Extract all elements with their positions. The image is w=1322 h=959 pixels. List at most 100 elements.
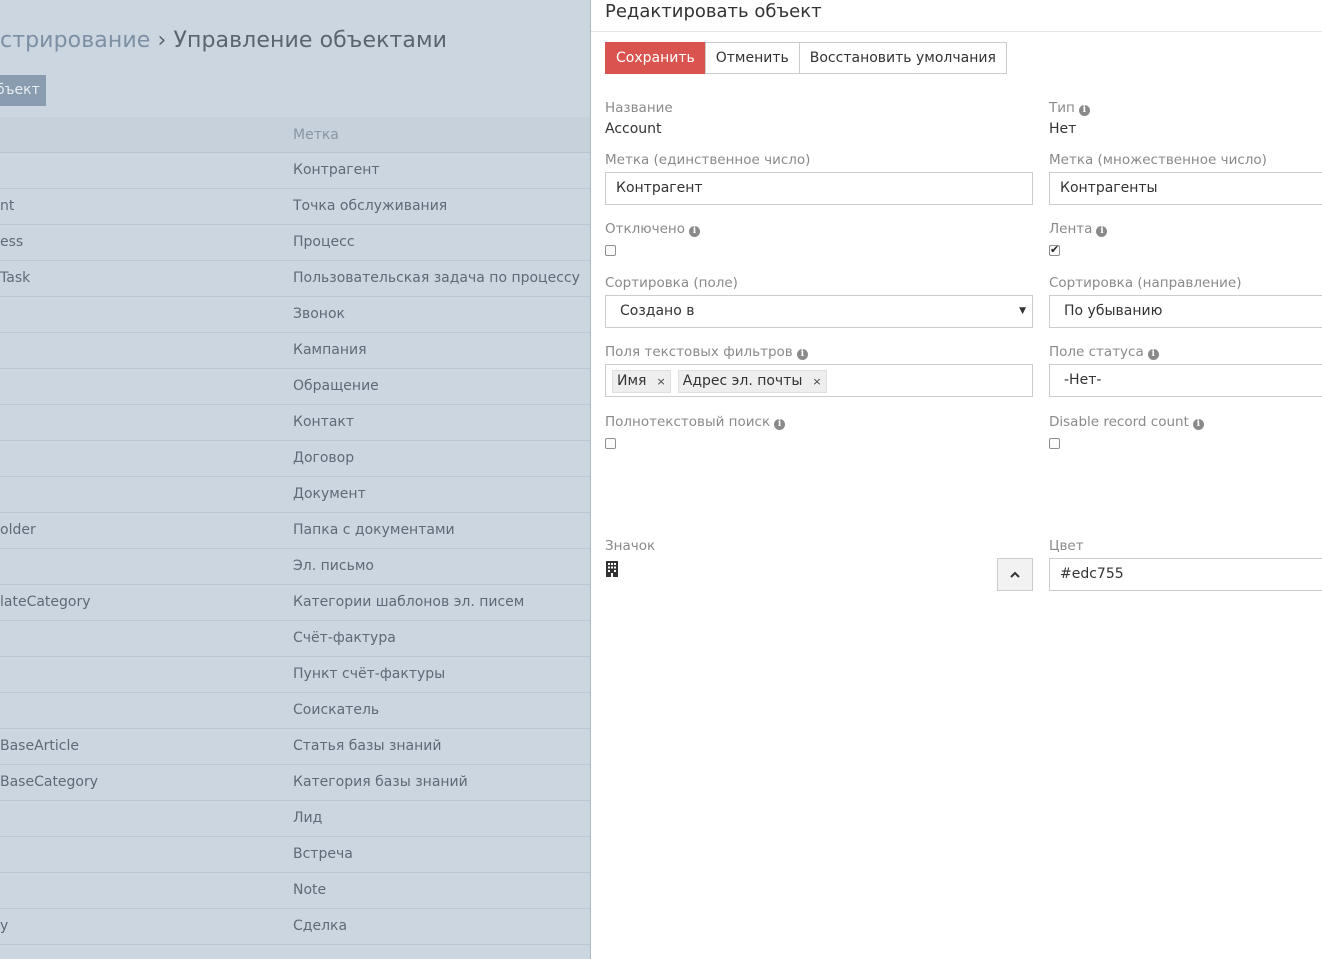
row-name-link[interactable]: ess	[0, 234, 23, 250]
row-label: Контакт	[293, 414, 355, 430]
table-row[interactable]: Обращение	[0, 369, 590, 405]
info-icon: i	[1192, 419, 1204, 430]
reset-defaults-button[interactable]: Восстановить умолчания	[798, 42, 1007, 74]
remove-tag-icon[interactable]: ×	[812, 375, 821, 388]
entity-table: Метка Контрагент nt Точка обслуживания ess П…	[0, 117, 590, 945]
remove-tag-icon[interactable]: ×	[656, 375, 665, 388]
table-row[interactable]: Соискатель	[0, 693, 590, 729]
info-icon: i	[1078, 105, 1090, 116]
table-row[interactable]: Договор	[0, 441, 590, 477]
text-filter-field-label: Поля текстовых фильтров i	[605, 344, 808, 360]
text-filter-fields-input[interactable]: Имя × Адрес эл. почты ×	[605, 364, 1033, 397]
status-field-label: Поле статуса	[1049, 344, 1144, 360]
caret-down-icon: ▼	[1019, 306, 1026, 316]
table-row[interactable]: Документ	[0, 477, 590, 513]
cancel-button[interactable]: Отменить	[704, 42, 800, 74]
breadcrumb-separator: ›	[157, 28, 167, 53]
row-label: Звонок	[293, 306, 345, 322]
row-label: Соискатель	[293, 702, 380, 718]
row-name-link[interactable]: BaseArticle	[0, 738, 79, 754]
color-label: Цвет	[1049, 538, 1084, 554]
save-button[interactable]: Сохранить	[605, 42, 706, 74]
stream-label: Лента	[1049, 221, 1093, 237]
chevron-up-icon	[1010, 571, 1020, 578]
table-row[interactable]: Эл. письмо	[0, 549, 590, 585]
column-header-label[interactable]: Метка	[293, 127, 339, 143]
row-label: Встреча	[293, 846, 353, 862]
table-row[interactable]: Пункт счёт-фактуры	[0, 657, 590, 693]
sort-direction-select[interactable]: По убыванию	[1049, 295, 1322, 328]
sort-direction-value: По убыванию	[1064, 303, 1163, 319]
table-header: Метка	[0, 117, 590, 153]
table-row[interactable]: ess Процесс	[0, 225, 590, 261]
row-label: Обращение	[293, 378, 379, 394]
row-label: Счёт-фактура	[293, 630, 396, 646]
table-row[interactable]: Счёт-фактура	[0, 621, 590, 657]
row-label: Сделка	[293, 918, 348, 934]
table-row[interactable]: y Сделка	[0, 909, 590, 945]
fulltext-checkbox[interactable]	[605, 438, 616, 449]
text-filter-label: Поля текстовых фильтров	[605, 344, 793, 360]
table-row[interactable]: Кампания	[0, 333, 590, 369]
row-label: Документ	[293, 486, 366, 502]
name-value: Account	[605, 121, 662, 137]
row-name-link[interactable]: lateCategory	[0, 594, 91, 610]
name-label: Название	[605, 100, 673, 116]
status-field-value: -Нет-	[1064, 372, 1102, 388]
label-plural-input[interactable]: Контрагенты	[1049, 172, 1322, 205]
row-label: Статья базы знаний	[293, 738, 442, 754]
table-row[interactable]: Встреча	[0, 837, 590, 873]
disable-count-checkbox[interactable]	[1049, 438, 1060, 449]
page-breadcrumb: стрирование › Управление объектами	[0, 28, 447, 53]
disabled-checkbox[interactable]	[605, 245, 616, 256]
table-row[interactable]: nt Точка обслуживания	[0, 189, 590, 225]
filter-tag: Адрес эл. почты ×	[677, 370, 827, 393]
row-name-link[interactable]: BaseCategory	[0, 774, 98, 790]
table-row[interactable]: Контакт	[0, 405, 590, 441]
label-singular-label: Метка (единственное число)	[605, 152, 811, 168]
row-label: Note	[293, 882, 327, 898]
info-icon: i	[689, 226, 701, 237]
table-row[interactable]: BaseArticle Статья базы знаний	[0, 729, 590, 765]
table-row[interactable]: Note	[0, 873, 590, 909]
table-row[interactable]: Звонок	[0, 297, 590, 333]
table-row[interactable]: older Папка с документами	[0, 513, 590, 549]
label-plural-label: Метка (множественное число)	[1049, 152, 1267, 168]
modal-header: Редактировать объект	[591, 0, 1322, 32]
fulltext-label: Полнотекстовый поиск	[605, 414, 771, 430]
row-name-link[interactable]: y	[0, 918, 8, 934]
icon-picker-button[interactable]	[997, 558, 1033, 591]
row-label: Контрагент	[293, 162, 380, 178]
sort-field-label: Сортировка (поле)	[605, 275, 738, 291]
type-value: Нет	[1049, 121, 1077, 137]
filter-tag-label: Имя	[617, 373, 647, 389]
table-row[interactable]: lateCategory Категории шаблонов эл. писем	[0, 585, 590, 621]
modal-title: Редактировать объект	[605, 1, 822, 22]
breadcrumb-parent-link[interactable]: стрирование	[0, 28, 150, 53]
color-input[interactable]: #edc755	[1049, 558, 1322, 591]
stream-checkbox[interactable]	[1049, 243, 1060, 256]
info-icon: i	[774, 419, 786, 430]
name-field: Название Account	[605, 100, 673, 137]
table-row[interactable]: Лид	[0, 801, 590, 837]
row-label: Папка с документами	[293, 522, 455, 538]
label-singular-input[interactable]: Контрагент	[605, 172, 1033, 205]
table-row[interactable]: BaseCategory Категория базы знаний	[0, 765, 590, 801]
sort-field-select[interactable]: Создано в ▼	[605, 295, 1033, 328]
row-label: Кампания	[293, 342, 367, 358]
row-label: Процесс	[293, 234, 355, 250]
breadcrumb-current: Управление объектами	[173, 28, 448, 53]
row-name-link[interactable]: older	[0, 522, 36, 538]
create-entity-button[interactable]: бъект	[0, 75, 46, 106]
table-row[interactable]: Task Пользовательская задача по процессу	[0, 261, 590, 297]
status-field-select[interactable]: -Нет-	[1049, 364, 1322, 397]
info-icon: i	[796, 349, 808, 360]
table-row[interactable]: Контрагент	[0, 153, 590, 189]
edit-entity-modal: Редактировать объект Сохранить Отменить …	[590, 0, 1322, 959]
row-name-link[interactable]: nt	[0, 198, 14, 214]
icon-label: Значок	[605, 538, 656, 554]
disable-count-field-label: Disable record count i	[1049, 414, 1204, 430]
row-name-link[interactable]: Task	[0, 270, 30, 286]
building-icon[interactable]	[606, 561, 618, 577]
row-label: Лид	[293, 810, 323, 826]
